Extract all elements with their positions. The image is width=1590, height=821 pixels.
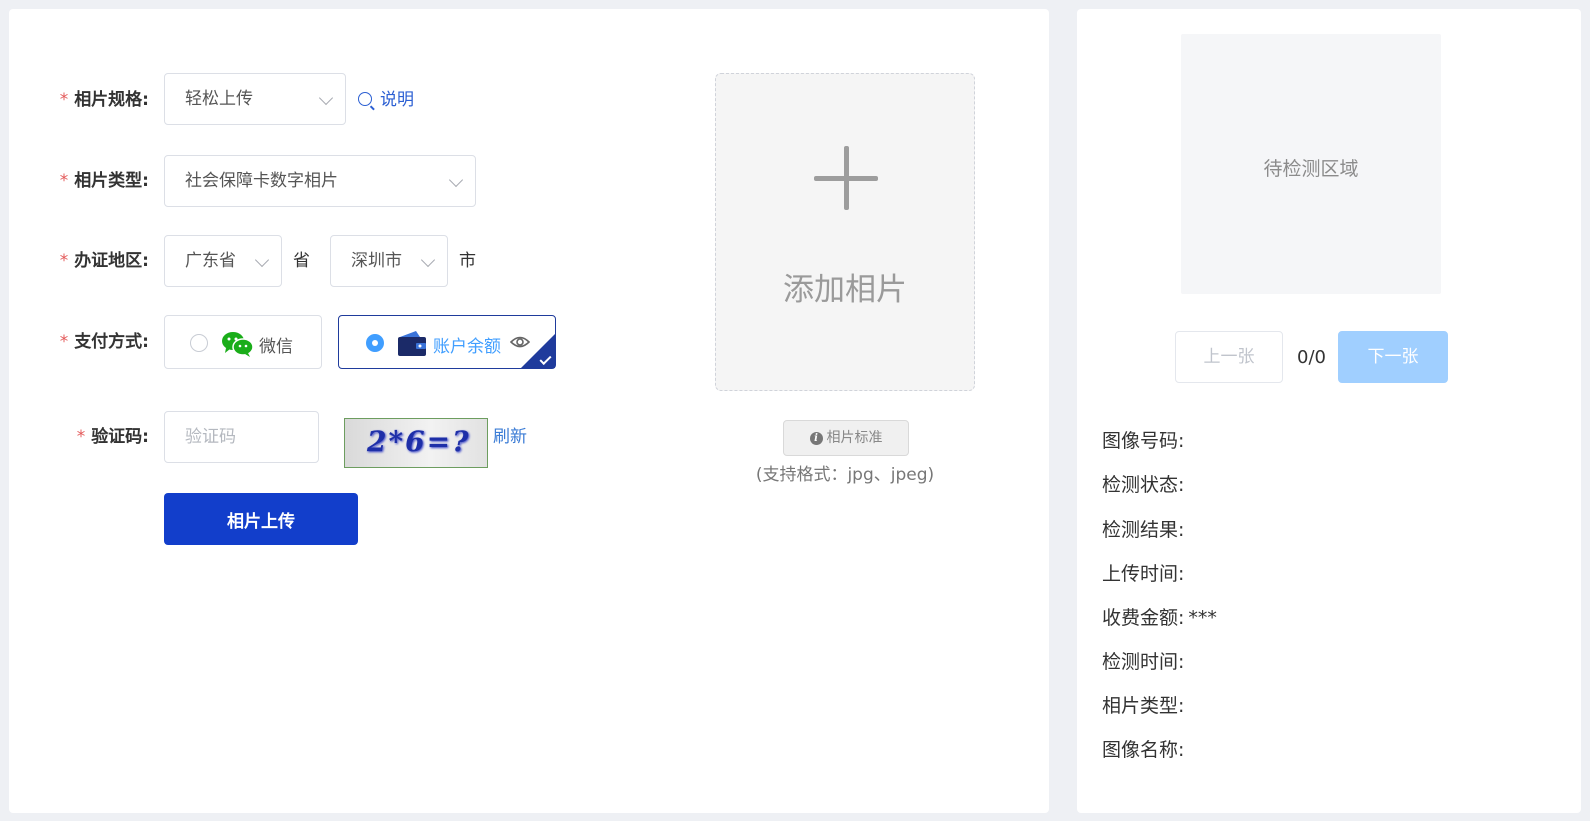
spec-help-link[interactable]: 说明 [358, 90, 414, 110]
type-select[interactable]: 社会保障卡数字相片 [164, 155, 476, 207]
info-row-image-name: 图像名称: [1102, 739, 1185, 761]
city-suffix: 市 [459, 251, 476, 271]
payment-option-wechat[interactable]: 微信 [164, 315, 322, 369]
detection-panel: 待检测区域 上一张 0/0 下一张 图像号码: 检测状态: 检测结果: 上传时间… [1077, 9, 1581, 813]
upload-form-panel: * 相片规格: 轻松上传 说明 * 相片类型: 社会保障卡数字相片 * 办证地区: 广… [9, 9, 1049, 813]
type-label: * 相片类型: [59, 171, 149, 191]
next-button[interactable]: 下一张 [1338, 331, 1448, 383]
add-photo-label: 添加相片 [783, 272, 907, 308]
province-select-value: 广东省 [185, 251, 236, 271]
chevron-down-icon [420, 252, 436, 268]
payment-label: * 支付方式: [59, 332, 149, 352]
region-label: * 办证地区: [59, 251, 149, 271]
page-counter: 0/0 [1297, 347, 1326, 368]
captcha-input[interactable] [164, 411, 319, 463]
info-row-fee: 收费金额: *** [1102, 607, 1217, 629]
wechat-radio[interactable] [190, 334, 208, 352]
format-note: (支持格式：jpg、jpeg) [755, 465, 935, 485]
prev-button[interactable]: 上一张 [1175, 331, 1283, 383]
balance-radio[interactable] [366, 334, 384, 352]
chevron-down-icon [254, 252, 270, 268]
search-icon [358, 92, 372, 106]
info-row-result: 检测结果: [1102, 519, 1185, 541]
spec-label: * 相片规格: [59, 90, 149, 110]
province-select[interactable]: 广东省 [164, 235, 282, 287]
chevron-down-icon [448, 172, 464, 188]
city-select[interactable]: 深圳市 [330, 235, 448, 287]
province-suffix: 省 [293, 251, 310, 271]
type-select-value: 社会保障卡数字相片 [185, 171, 338, 191]
payment-option-balance[interactable]: 账户余额 [338, 315, 556, 369]
spec-select[interactable]: 轻松上传 [164, 73, 346, 125]
detection-preview: 待检测区域 [1181, 34, 1441, 294]
add-photo-dropzone[interactable]: 添加相片 [715, 73, 975, 391]
city-select-value: 深圳市 [351, 251, 402, 271]
spec-select-value: 轻松上传 [185, 89, 253, 109]
info-row-upload-time: 上传时间: [1102, 563, 1185, 585]
chevron-down-icon [318, 90, 334, 106]
preview-placeholder: 待检测区域 [1263, 158, 1359, 180]
captcha-image[interactable]: 2*6=? [344, 418, 488, 468]
info-row-image-number: 图像号码: [1102, 430, 1185, 452]
captcha-label: * 验证码: [76, 427, 149, 447]
info-row-detect-time: 检测时间: [1102, 651, 1185, 673]
wallet-icon [398, 331, 426, 356]
info-icon: i [809, 431, 823, 445]
info-row-photo-type: 相片类型: [1102, 695, 1185, 717]
wechat-icon [222, 332, 254, 357]
selected-corner [521, 334, 555, 368]
info-row-status: 检测状态: [1102, 474, 1185, 496]
upload-photo-button[interactable]: 相片上传 [164, 493, 358, 545]
wechat-label: 微信 [259, 337, 293, 357]
balance-label: 账户余额 [433, 337, 501, 357]
captcha-refresh-link[interactable]: 刷新 [493, 427, 527, 447]
photo-standard-button[interactable]: i 相片标准 [783, 420, 909, 456]
